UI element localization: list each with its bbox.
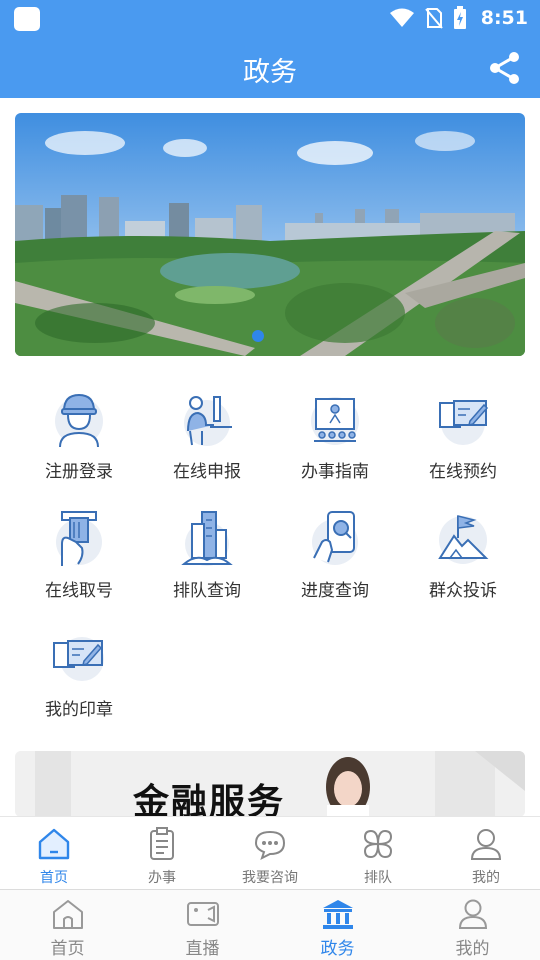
service-label: 我的印章 <box>45 700 113 720</box>
service-label: 排队查询 <box>173 581 241 601</box>
wifi-icon <box>389 8 414 27</box>
progress-query-icon <box>312 511 358 565</box>
service-label: 办事指南 <box>301 462 369 482</box>
title-bar: 政务 <box>0 36 540 98</box>
service-progress-query[interactable]: 进度查询 <box>271 504 399 614</box>
main-tab-bar: 首页 直播 政务 我的 <box>0 890 540 960</box>
service-queue-query[interactable]: 排队查询 <box>143 504 271 614</box>
status-icons: 8:51 <box>389 0 528 36</box>
tab-label: 我的 <box>472 870 500 886</box>
inner-tab-affairs[interactable]: 办事 <box>108 817 216 889</box>
service-my-seal[interactable]: 我的印章 <box>15 623 143 733</box>
home-icon <box>38 828 70 860</box>
no-sim-icon <box>424 8 443 29</box>
service-label: 在线申报 <box>173 462 241 482</box>
service-label: 群众投诉 <box>429 581 497 601</box>
online-appointment-icon <box>439 400 489 445</box>
tab-label: 办事 <box>148 870 176 886</box>
main-tab-home[interactable]: 首页 <box>0 890 135 960</box>
service-label: 注册登录 <box>45 462 113 482</box>
battery-charging-icon <box>453 6 466 29</box>
main-tab-live[interactable]: 直播 <box>135 890 270 960</box>
take-number-icon <box>56 511 102 566</box>
main-tab-mine[interactable]: 我的 <box>405 890 540 960</box>
service-guide[interactable]: 办事指南 <box>271 385 399 495</box>
service-online-declaration[interactable]: 在线申报 <box>143 385 271 495</box>
user-icon <box>458 899 487 929</box>
complaint-flag-icon <box>438 515 489 564</box>
user-icon <box>470 829 502 860</box>
page-title: 政务 <box>243 57 297 88</box>
inner-tab-bar: 首页 办事 我要咨询 排队 我的 <box>0 816 540 890</box>
finance-service-banner[interactable]: 金融服务 <box>15 751 525 817</box>
clipboard-icon <box>150 827 174 860</box>
online-declaration-icon <box>184 396 232 446</box>
government-building-icon <box>322 900 353 929</box>
tab-label: 首页 <box>40 870 68 886</box>
tab-label: 政务 <box>320 939 355 959</box>
city-panorama-image <box>15 113 525 356</box>
inner-tab-queue[interactable]: 排队 <box>324 817 432 889</box>
tab-label: 排队 <box>364 870 392 886</box>
promo-title: 金融服务 <box>133 781 286 817</box>
queue-query-icon <box>181 511 233 566</box>
main-tab-government[interactable]: 政务 <box>270 890 405 960</box>
clock: 8:51 <box>480 7 528 29</box>
tab-label: 首页 <box>50 939 85 959</box>
inner-tab-consult[interactable]: 我要咨询 <box>216 817 324 889</box>
tab-label: 直播 <box>185 939 220 959</box>
status-bar: 8:51 <box>0 0 540 36</box>
service-online-appointment[interactable]: 在线预约 <box>399 385 527 495</box>
my-seal-icon <box>53 637 104 681</box>
service-complaint[interactable]: 群众投诉 <box>399 504 527 614</box>
service-label: 在线预约 <box>429 462 497 482</box>
service-take-number[interactable]: 在线取号 <box>15 504 143 614</box>
service-label: 进度查询 <box>301 581 369 601</box>
banner-carousel[interactable] <box>15 113 525 356</box>
inner-tab-mine[interactable]: 我的 <box>432 817 540 889</box>
service-guide-icon <box>311 397 359 445</box>
service-register-login[interactable]: 注册登录 <box>15 385 143 495</box>
carousel-indicator-dot[interactable] <box>252 330 264 342</box>
tab-label: 我要咨询 <box>242 870 298 886</box>
notification-icon <box>14 7 40 31</box>
service-label: 在线取号 <box>45 581 113 601</box>
chat-icon <box>254 830 286 860</box>
registration-worker-icon <box>55 393 103 448</box>
tab-label: 我的 <box>455 939 490 959</box>
inner-tab-home[interactable]: 首页 <box>0 817 108 889</box>
share-icon[interactable] <box>488 51 522 85</box>
four-leaf-icon <box>363 829 393 859</box>
video-icon <box>186 902 219 926</box>
home-icon <box>52 900 83 929</box>
